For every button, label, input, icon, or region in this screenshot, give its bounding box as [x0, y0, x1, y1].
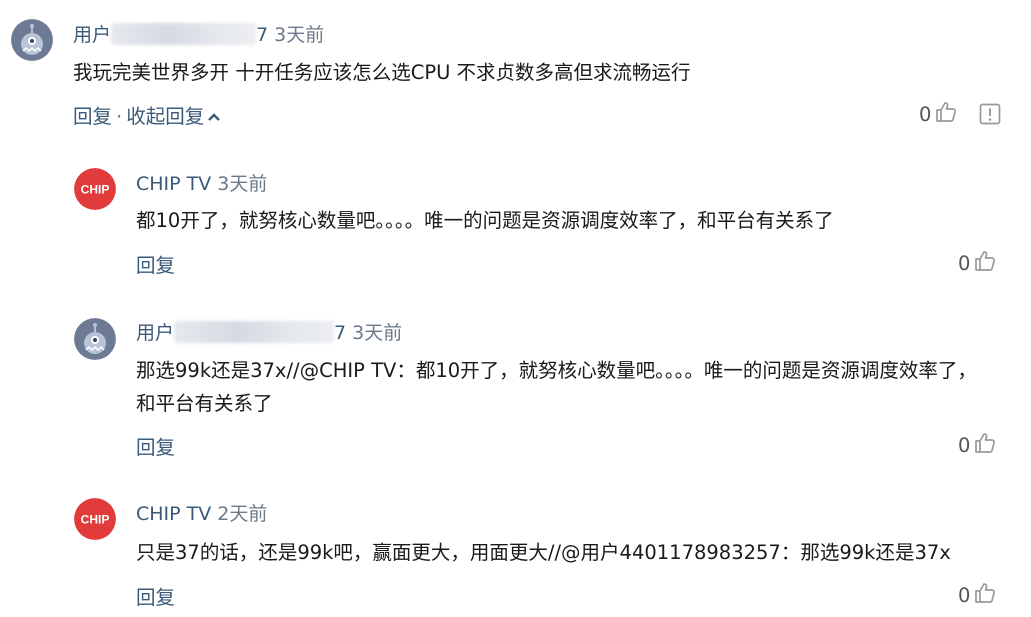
comment-actions: 回复: [136, 581, 175, 610]
report-icon: [979, 103, 1001, 125]
thumbs-up-icon[interactable]: [973, 581, 997, 610]
redacted-username: [111, 23, 257, 45]
comment-meta: 用户 7 3天前: [136, 321, 402, 345]
author-name[interactable]: CHIP TV: [136, 503, 211, 525]
comment-meta: CHIP TV 3天前: [136, 172, 267, 196]
timestamp: 3天前: [217, 173, 268, 195]
avatar[interactable]: CHIP: [74, 498, 116, 540]
svg-text:CHIP: CHIP: [81, 183, 110, 197]
like-count: 0: [919, 103, 932, 126]
like-area: 0: [958, 431, 997, 460]
comment-meta: CHIP TV 2天前: [136, 502, 267, 526]
reply-item: CHIP CHIP TV 2天前 只是37的话，还是99k吧，赢面更大，用面更大/…: [0, 490, 1031, 617]
avatar[interactable]: [11, 19, 53, 61]
thumbs-up-icon[interactable]: [973, 431, 997, 460]
thumbs-up-icon[interactable]: [934, 100, 958, 129]
like-area: 0: [919, 100, 958, 129]
like-area: 0: [958, 581, 997, 610]
avatar[interactable]: CHIP: [74, 168, 116, 210]
chevron-up-icon: [208, 113, 221, 121]
timestamp: 3天前: [352, 322, 403, 344]
like-count: 0: [958, 434, 971, 457]
svg-text:CHIP: CHIP: [81, 513, 110, 527]
timestamp: 3天前: [274, 24, 325, 46]
like-area: 0: [958, 249, 997, 278]
user-avatar-icon: [74, 318, 116, 360]
like-count: 0: [958, 252, 971, 275]
comment-text: 我玩完美世界多开 十开任务应该怎么选CPU 不求贞数多高但求流畅运行: [73, 61, 691, 84]
author-name[interactable]: 用户 7: [73, 23, 268, 46]
comment-actions: 回复 · 收起回复: [73, 100, 221, 129]
comment-text: 那选99k还是37x//@CHIP TV：都10开了，就努核心数量吧。。。。唯一…: [136, 359, 977, 415]
reply-button[interactable]: 回复: [136, 254, 175, 277]
report-button[interactable]: [979, 103, 1001, 129]
reply-item: CHIP CHIP TV 3天前 都10开了，就努核心数量吧。。。。唯一的问题是资…: [0, 160, 1031, 300]
comment-item: 用户 7 3天前 我玩完美世界多开 十开任务应该怎么选CPU 不求贞数多高但求流畅运…: [0, 0, 1031, 150]
comment-meta: 用户 7 3天前: [73, 23, 324, 47]
timestamp: 2天前: [217, 503, 268, 525]
avatar[interactable]: [74, 318, 116, 360]
chip-logo-icon: CHIP: [74, 498, 116, 540]
collapse-replies-button[interactable]: 收起回复: [126, 105, 221, 128]
separator: ·: [116, 105, 123, 128]
comment-text: 只是37的话，还是99k吧，赢面更大，用面更大//@用户440117898325…: [136, 541, 951, 564]
author-name[interactable]: 用户 7: [136, 321, 346, 344]
author-name[interactable]: CHIP TV: [136, 173, 211, 195]
comment-actions: 回复: [136, 431, 175, 460]
comment-text: 都10开了，就努核心数量吧。。。。唯一的问题是资源调度效率了，和平台有关系了: [136, 209, 834, 232]
comment-actions: 回复: [136, 249, 175, 278]
reply-button[interactable]: 回复: [73, 105, 112, 128]
reply-button[interactable]: 回复: [136, 436, 175, 459]
like-count: 0: [958, 584, 971, 607]
reply-button[interactable]: 回复: [136, 586, 175, 609]
thumbs-up-icon[interactable]: [973, 249, 997, 278]
chip-logo-icon: CHIP: [74, 168, 116, 210]
user-avatar-icon: [11, 19, 53, 61]
redacted-username: [174, 321, 335, 343]
reply-item: 用户 7 3天前 那选99k还是37x//@CHIP TV：都10开了，就努核心数量…: [0, 308, 1031, 478]
